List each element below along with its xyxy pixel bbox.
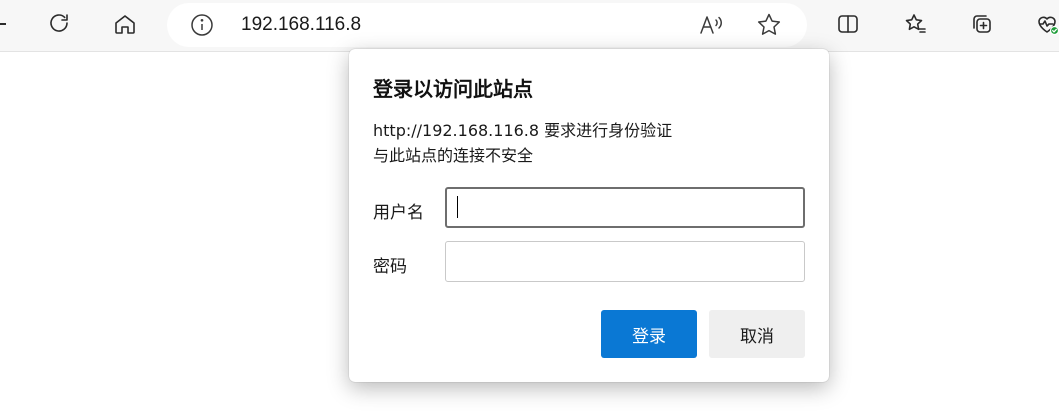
browser-essentials-button[interactable] <box>1027 4 1059 44</box>
read-aloud-button[interactable] <box>697 11 725 39</box>
site-info-button[interactable] <box>189 12 215 38</box>
favorite-button[interactable] <box>755 11 783 39</box>
favorites-icon <box>905 14 926 33</box>
favorite-star-icon <box>757 13 781 35</box>
back-icon-fragment[interactable] <box>0 23 6 25</box>
collections-button[interactable] <box>962 4 1002 44</box>
dialog-title: 登录以访问此站点 <box>373 77 533 101</box>
username-label: 用户名 <box>373 203 424 223</box>
home-button[interactable] <box>105 4 145 44</box>
refresh-icon <box>50 14 68 32</box>
browser-essentials-icon <box>1038 16 1059 36</box>
split-screen-button[interactable] <box>828 4 868 44</box>
info-icon <box>191 14 213 36</box>
text-caret <box>457 196 458 218</box>
refresh-button[interactable] <box>39 4 79 44</box>
read-aloud-icon <box>700 16 722 34</box>
password-input[interactable] <box>445 241 805 282</box>
address-bar[interactable]: 192.168.116.8 <box>167 3 807 47</box>
dialog-message-auth: http://192.168.116.8 要求进行身份验证 <box>373 121 673 140</box>
home-icon <box>115 15 135 34</box>
favorites-button[interactable] <box>896 4 936 44</box>
dialog-message-insecure: 与此站点的连接不安全 <box>373 146 534 165</box>
username-input[interactable] <box>445 187 805 228</box>
password-label: 密码 <box>373 257 407 277</box>
collections-icon <box>973 15 991 33</box>
address-url[interactable]: 192.168.116.8 <box>241 14 361 36</box>
login-button[interactable]: 登录 <box>601 310 697 358</box>
browser-toolbar: 192.168.116.8 <box>0 0 1059 52</box>
cancel-button[interactable]: 取消 <box>709 310 805 358</box>
split-screen-icon <box>838 15 858 33</box>
auth-dialog: 登录以访问此站点 http://192.168.116.8 要求进行身份验证 与… <box>349 49 829 382</box>
